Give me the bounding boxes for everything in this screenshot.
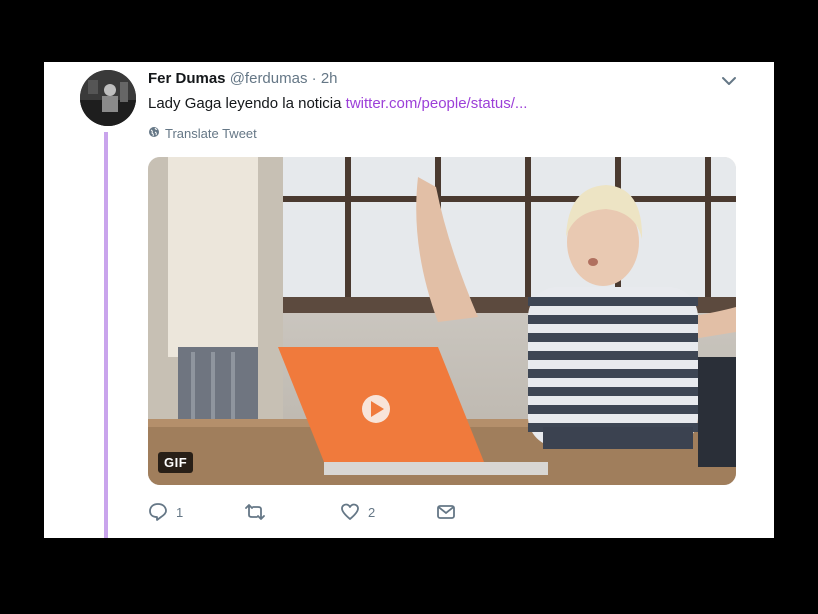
translate-button[interactable]: Translate Tweet [148,126,257,141]
separator: · [311,70,317,87]
tweet-card[interactable]: Fer Dumas @ferdumas · 2h Lady Gaga leyen… [44,62,774,538]
play-icon [362,395,390,423]
translate-label: Translate Tweet [165,126,257,141]
reply-count: 1 [176,504,184,520]
like-count: 2 [368,504,376,520]
message-icon [436,502,456,522]
timestamp[interactable]: 2h [321,70,338,87]
gif-frame [148,157,736,485]
tweet-text: Lady Gaga leyendo la noticia twitter.com… [148,94,527,114]
tweet-link[interactable]: twitter.com/people/status/... [346,95,528,112]
globe-icon [148,126,160,141]
tweet-body: Lady Gaga leyendo la noticia [148,95,342,112]
user-handle[interactable]: @ferdumas [230,70,308,87]
tweet-actions: 1 2 [148,502,708,528]
reply-button[interactable]: 1 [148,502,183,522]
retweet-icon [244,502,266,522]
tweet-header: Fer Dumas @ferdumas · 2h [148,70,338,88]
like-button[interactable]: 2 [340,502,375,522]
chevron-down-icon[interactable] [720,72,738,90]
gif-badge: GIF [158,452,194,473]
reply-icon [148,502,168,522]
retweet-button[interactable] [244,502,274,522]
like-icon [340,502,360,522]
gif-media[interactable]: GIF [148,157,736,485]
display-name[interactable]: Fer Dumas [148,70,226,87]
message-button[interactable] [436,502,456,522]
thread-line [104,132,108,538]
avatar[interactable] [80,70,136,126]
